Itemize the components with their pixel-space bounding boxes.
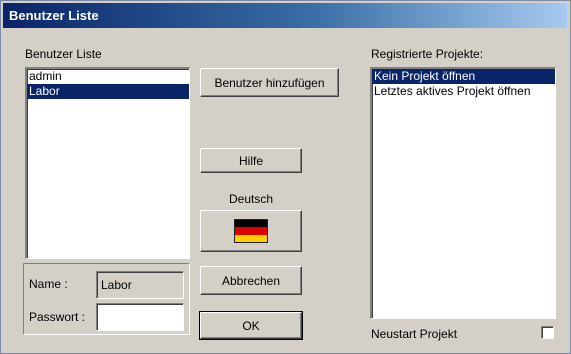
language-label: Deutsch xyxy=(228,192,274,206)
users-list-label: Benutzer Liste xyxy=(25,47,102,61)
projects-listbox[interactable]: Kein Projekt öffnen Letztes aktives Proj… xyxy=(370,67,556,319)
language-flag-button[interactable] xyxy=(200,210,302,252)
password-label: Passwort : xyxy=(29,310,86,324)
cancel-button[interactable]: Abbrechen xyxy=(200,266,302,295)
list-item-project-selected[interactable]: Kein Projekt öffnen xyxy=(372,69,555,84)
restart-project-checkbox[interactable] xyxy=(541,326,554,339)
german-flag-icon xyxy=(234,219,268,243)
list-item-user-selected[interactable]: Labor xyxy=(27,84,189,99)
name-field: Labor xyxy=(96,271,184,299)
password-field[interactable] xyxy=(96,303,184,331)
user-list-dialog: Benutzer Liste Benutzer Liste admin Labo… xyxy=(0,0,571,354)
window-title: Benutzer Liste xyxy=(3,3,567,28)
ok-button[interactable]: OK xyxy=(199,311,303,340)
projects-list-label: Registrierte Projekte: xyxy=(371,47,484,61)
add-user-button[interactable]: Benutzer hinzufügen xyxy=(200,68,339,97)
name-label: Name : xyxy=(29,277,68,291)
restart-project-label: Neustart Projekt xyxy=(371,327,458,341)
list-item-project[interactable]: Letztes aktives Projekt öffnen xyxy=(372,84,555,99)
users-listbox[interactable]: admin Labor xyxy=(25,67,190,259)
list-item-user[interactable]: admin xyxy=(27,69,189,84)
help-button[interactable]: Hilfe xyxy=(200,148,302,173)
